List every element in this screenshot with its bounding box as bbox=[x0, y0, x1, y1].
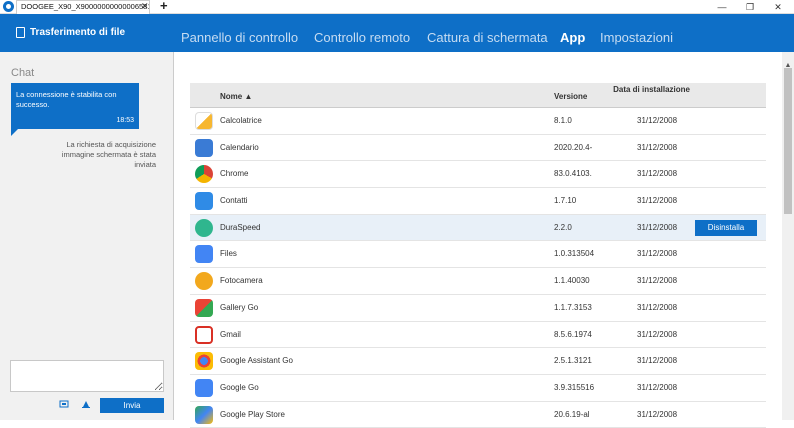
table-row[interactable]: Files 1.0.313504 31/12/2008 bbox=[190, 241, 766, 269]
app-install-date: 31/12/2008 bbox=[637, 249, 678, 259]
header-version[interactable]: Versione bbox=[554, 92, 587, 101]
teamviewer-logo-icon bbox=[3, 1, 14, 12]
chrome-icon bbox=[195, 165, 213, 184]
session-tab[interactable]: DOOGEE_X90_X900000000000065813 bbox=[16, 0, 150, 14]
table-row[interactable]: Google Assistant Go 2.5.1.3121 31/12/2008 bbox=[190, 348, 766, 375]
chat-message-text: La connessione è stabilita con successo. bbox=[16, 90, 117, 109]
table-row[interactable]: Google Go 3.9.315516 31/12/2008 bbox=[190, 375, 766, 402]
screenshot-icon[interactable] bbox=[59, 399, 69, 409]
app-version: 2.5.1.3121 bbox=[554, 356, 592, 366]
file-transfer-icon bbox=[16, 27, 25, 38]
app-name: Files bbox=[220, 249, 237, 259]
app-version: 2020.20.4- bbox=[554, 142, 593, 152]
app-install-date: 31/12/2008 bbox=[637, 329, 678, 339]
tab-cattura-di-schermata[interactable]: Cattura di schermata bbox=[427, 14, 548, 52]
minimize-icon[interactable]: — bbox=[708, 0, 736, 14]
maximize-icon[interactable]: ❐ bbox=[736, 0, 764, 14]
calculator-icon bbox=[195, 112, 213, 130]
app-name: Gmail bbox=[220, 329, 241, 339]
files-icon bbox=[195, 245, 213, 264]
app-install-date: 31/12/2008 bbox=[637, 356, 678, 366]
chat-input[interactable] bbox=[10, 360, 164, 392]
app-install-date: 31/12/2008 bbox=[637, 169, 678, 179]
table-row[interactable]: Calendario 2020.20.4- 31/12/2008 bbox=[190, 135, 766, 162]
app-install-date: 31/12/2008 bbox=[637, 382, 678, 392]
table-row[interactable]: Contatti 1.7.10 31/12/2008 bbox=[190, 188, 766, 215]
brand-label: Trasferimento di file bbox=[30, 27, 126, 38]
table-row[interactable]: Gallery Go 1.1.7.3153 31/12/2008 bbox=[190, 295, 766, 322]
chat-message-bubble: La connessione è stabilita con successo.… bbox=[11, 83, 139, 129]
table-row[interactable]: DuraSpeed 2.2.0 31/12/2008 Disinstalla bbox=[190, 214, 766, 242]
app-version: 1.7.10 bbox=[554, 196, 577, 206]
tab-app[interactable]: App bbox=[560, 14, 585, 52]
app-version: 8.5.6.1974 bbox=[554, 329, 592, 339]
vertical-scrollbar[interactable]: ▲ bbox=[782, 52, 794, 420]
app-name: Gallery Go bbox=[220, 302, 259, 312]
window-close-icon[interactable]: ✕ bbox=[764, 0, 792, 14]
app-install-date: 31/12/2008 bbox=[637, 222, 678, 232]
app-name: Contatti bbox=[220, 196, 248, 206]
chat-title: Chat bbox=[11, 67, 35, 79]
title-bar: DOOGEE_X90_X900000000000065813 ✕ + — ❐ ✕ bbox=[0, 0, 794, 14]
new-tab-icon[interactable]: + bbox=[160, 0, 168, 13]
app-name: Google Play Store bbox=[220, 409, 285, 419]
duraspeed-icon bbox=[195, 218, 213, 237]
app-name: Chrome bbox=[220, 169, 249, 179]
app-version: 1.1.40030 bbox=[554, 276, 590, 286]
app-version: 3.9.315516 bbox=[554, 382, 595, 392]
app-version: 83.0.4103. bbox=[554, 169, 592, 179]
scroll-thumb[interactable] bbox=[784, 68, 792, 214]
assistant-go-icon bbox=[195, 352, 213, 371]
alert-icon[interactable] bbox=[81, 399, 91, 409]
camera-icon bbox=[195, 272, 213, 291]
tab-impostazioni[interactable]: Impostazioni bbox=[600, 14, 673, 52]
table-row[interactable]: Gmail 8.5.6.1974 31/12/2008 bbox=[190, 322, 766, 349]
tab-controllo-remoto[interactable]: Controllo remoto bbox=[314, 14, 410, 52]
uninstall-button[interactable]: Disinstalla bbox=[695, 219, 757, 236]
calendar-icon bbox=[195, 138, 213, 157]
app-install-date: 31/12/2008 bbox=[637, 409, 678, 419]
app-name: DuraSpeed bbox=[220, 222, 261, 232]
app-name: Fotocamera bbox=[220, 276, 263, 286]
top-navigation: Trasferimento di file Pannello di contro… bbox=[0, 14, 794, 52]
header-name[interactable]: Nome ▲ bbox=[220, 92, 252, 101]
contacts-icon bbox=[195, 192, 213, 211]
tab-pannello-di-controllo[interactable]: Pannello di controllo bbox=[181, 14, 298, 52]
bubble-tail bbox=[11, 129, 18, 136]
table-header: Nome ▲ Versione Data di installazione bbox=[190, 83, 766, 108]
app-name: Google Go bbox=[220, 382, 259, 392]
app-table: Nome ▲ Versione Data di installazione Ca… bbox=[190, 83, 766, 428]
app-version: 8.1.0 bbox=[554, 116, 572, 125]
chat-panel: Chat La connessione è stabilita con succ… bbox=[0, 52, 174, 420]
app-version: 1.1.7.3153 bbox=[554, 302, 592, 312]
google-go-icon bbox=[195, 378, 213, 397]
gallery-go-icon bbox=[195, 298, 213, 317]
app-name: Google Assistant Go bbox=[220, 356, 293, 366]
table-row[interactable]: Calcolatrice 8.1.0 31/12/2008 bbox=[190, 108, 766, 135]
play-store-icon bbox=[195, 405, 213, 424]
send-button[interactable]: Invia bbox=[100, 398, 164, 413]
app-install-date: 31/12/2008 bbox=[637, 302, 678, 312]
system-message: La richiesta di acquisizione immagine sc… bbox=[61, 140, 156, 169]
header-install-date[interactable]: Data di installazione bbox=[600, 85, 690, 95]
app-install-date: 31/12/2008 bbox=[637, 276, 678, 286]
app-name: Calcolatrice bbox=[220, 116, 262, 125]
app-version: 20.6.19-al bbox=[554, 409, 590, 419]
table-row[interactable]: Fotocamera 1.1.40030 31/12/2008 bbox=[190, 268, 766, 295]
app-install-date: 31/12/2008 bbox=[637, 196, 678, 206]
app-list-panel: Nome ▲ Versione Data di installazione Ca… bbox=[175, 52, 782, 428]
app-version: 2.2.0 bbox=[554, 222, 572, 232]
table-row[interactable]: Chrome 83.0.4103. 31/12/2008 bbox=[190, 161, 766, 189]
app-version: 1.0.313504 bbox=[554, 249, 595, 259]
app-install-date: 31/12/2008 bbox=[637, 116, 678, 125]
app-name: Calendario bbox=[220, 142, 259, 152]
tab-close-icon[interactable]: ✕ bbox=[141, 0, 149, 13]
table-row[interactable]: Google Play Store 20.6.19-al 31/12/2008 bbox=[190, 402, 766, 428]
gmail-icon bbox=[195, 325, 213, 344]
chat-message-time: 18:53 bbox=[116, 117, 134, 124]
app-install-date: 31/12/2008 bbox=[637, 142, 678, 152]
